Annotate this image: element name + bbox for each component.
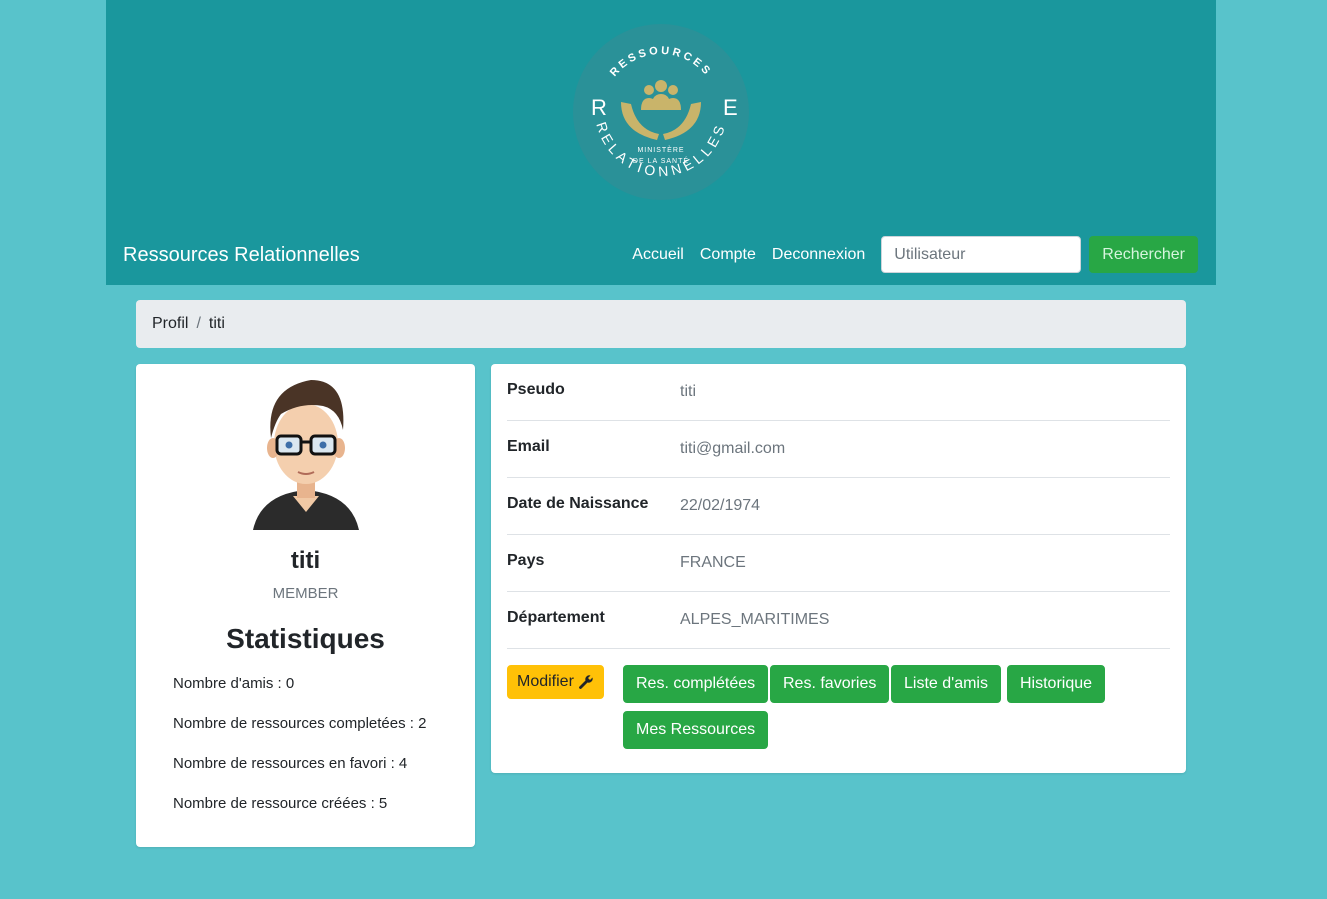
stat-friends: Nombre d'amis : 0: [173, 675, 295, 692]
wrench-icon: [578, 675, 593, 689]
stats-title: Statistiques: [226, 623, 385, 654]
breadcrumb-separator: /: [196, 315, 201, 332]
detail-row-country: Pays FRANCE: [507, 535, 1170, 592]
stat-completed: Nombre de ressources completées : 2: [173, 715, 427, 732]
breadcrumb-item-current: titi: [208, 315, 225, 332]
detail-value: titi: [680, 383, 696, 400]
detail-label: Pays: [507, 552, 545, 569]
stat-created: Nombre de ressource créées : 5: [173, 795, 388, 812]
top-nav: Accueil Compte Deconnexion Rechercher: [632, 236, 1198, 273]
detail-value: 22/02/1974: [680, 497, 761, 514]
edit-profile-button[interactable]: Modifier: [507, 665, 604, 699]
detail-label: Email: [507, 438, 550, 455]
detail-label: Département: [507, 609, 605, 626]
detail-value: FRANCE: [680, 554, 746, 571]
brand-link[interactable]: Ressources Relationnelles: [123, 244, 360, 267]
avatar: [253, 378, 359, 530]
detail-label: Pseudo: [507, 381, 565, 398]
search-input[interactable]: [881, 236, 1082, 273]
favorite-resources-button[interactable]: Res. favories: [770, 665, 890, 703]
completed-resources-button[interactable]: Res. complétées: [623, 665, 769, 703]
my-resources-button[interactable]: Mes Ressources: [623, 711, 769, 749]
breadcrumb-item-profil[interactable]: Profil: [152, 315, 188, 333]
detail-label: Date de Naissance: [507, 495, 649, 512]
detail-row-email: Email titi@gmail.com: [507, 421, 1170, 478]
logo-right-letter: E: [723, 95, 738, 120]
detail-row-birthdate: Date de Naissance 22/02/1974: [507, 478, 1170, 535]
breadcrumb: Profil / titi: [136, 300, 1186, 348]
profile-username: titi: [290, 547, 321, 574]
history-button[interactable]: Historique: [1007, 665, 1106, 703]
profile-role: MEMBER: [272, 585, 339, 602]
detail-row-pseudo: Pseudo titi: [507, 364, 1170, 421]
edit-label: Modifier: [517, 673, 574, 690]
search-button[interactable]: Rechercher: [1089, 236, 1198, 273]
logo-left-letter: R: [591, 95, 607, 120]
profile-card: titi MEMBER Statistiques Nombre d'amis :…: [136, 364, 475, 847]
nav-deconnexion[interactable]: Deconnexion: [772, 246, 865, 264]
stat-favorites: Nombre de ressources en favori : 4: [173, 755, 408, 772]
detail-row-department: Département ALPES_MARITIMES: [507, 592, 1170, 649]
logo: RESSOURCES RELATIONNELLES R E MINISTÈRE …: [571, 22, 751, 202]
detail-value: titi@gmail.com: [680, 440, 786, 457]
detail-value: ALPES_MARITIMES: [680, 611, 830, 628]
site-header: RESSOURCES RELATIONNELLES R E MINISTÈRE …: [106, 0, 1216, 285]
logo-center-line2: DE LA SANTÉ: [633, 156, 689, 165]
friends-list-button[interactable]: Liste d'amis: [891, 665, 1001, 703]
nav-compte[interactable]: Compte: [700, 246, 756, 264]
details-card: Pseudo titi Email titi@gmail.com Date de…: [491, 364, 1186, 773]
nav-accueil[interactable]: Accueil: [632, 246, 684, 264]
logo-center-line1: MINISTÈRE: [637, 145, 684, 154]
